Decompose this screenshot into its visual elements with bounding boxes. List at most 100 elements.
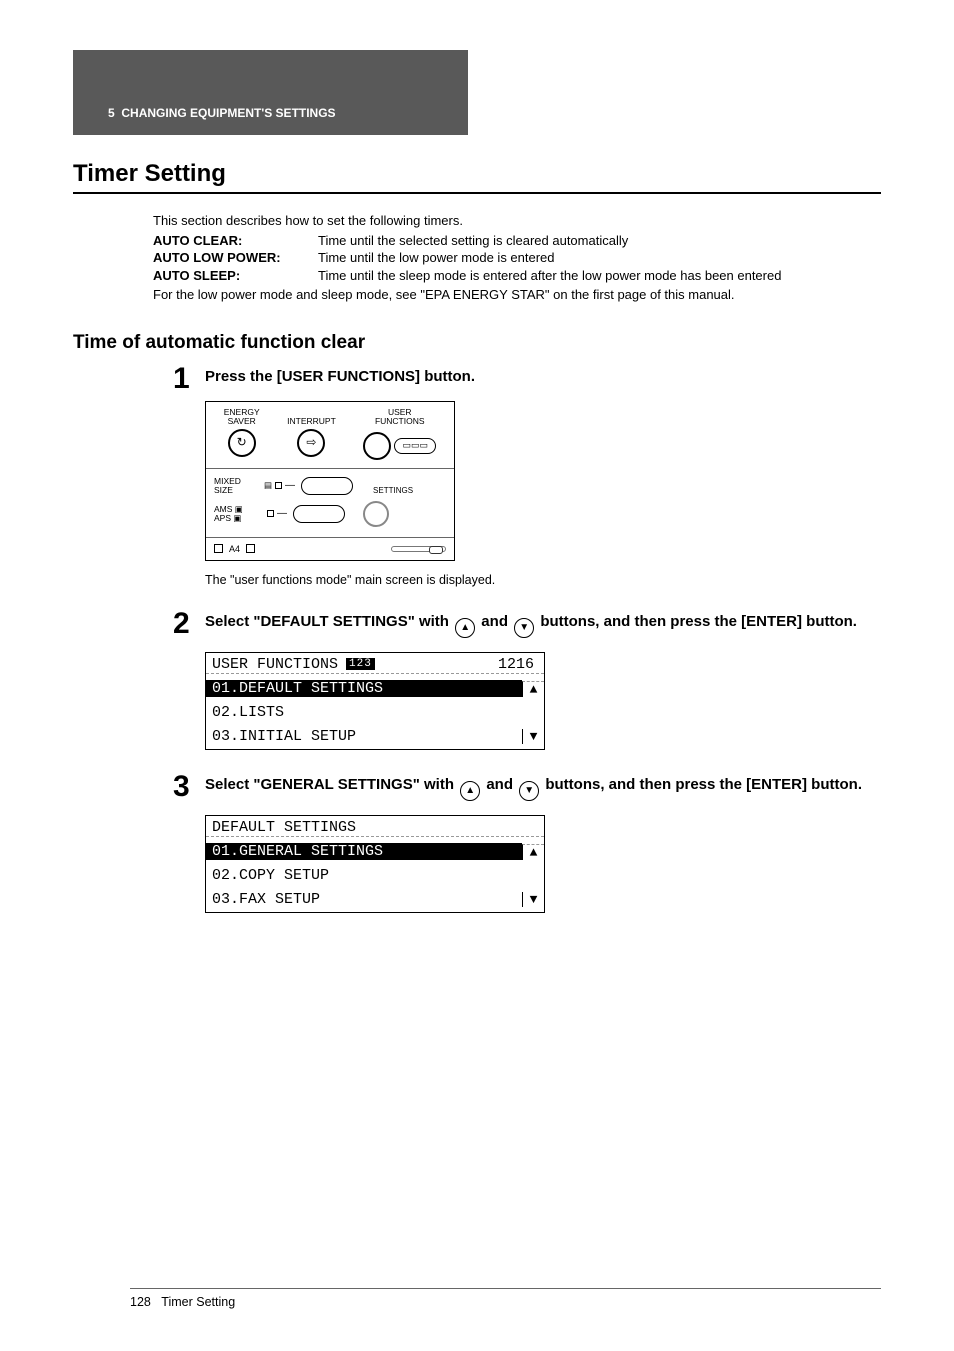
instr-part: Select "GENERAL SETTINGS" with	[205, 776, 458, 793]
circle-icon: ↻	[228, 429, 256, 457]
up-arrow-icon: ▲	[460, 781, 480, 801]
lcd-row: 03.INITIAL SETUP ▼	[206, 725, 544, 749]
doc-icon: ▤	[264, 480, 272, 491]
lcd-title: USER FUNCTIONS	[212, 656, 338, 673]
down-arrow-icon: ▼	[519, 781, 539, 801]
mixed-size-label: MIXED SIZE	[214, 477, 264, 494]
steps-list: 1 Press the [USER FUNCTIONS] button. ENE…	[173, 364, 881, 913]
settings-label: SETTINGS	[373, 486, 413, 495]
instr-part: buttons, and then press the [ENTER] butt…	[536, 613, 857, 630]
step-3: 3 Select "GENERAL SETTINGS" with ▲ and ▼…	[173, 772, 881, 913]
lcd-row: 02.COPY SETUP	[206, 864, 544, 888]
definition-desc: Time until the sleep mode is entered aft…	[318, 267, 881, 285]
panel-middle: MIXED SIZE ▤ — SETTINGS AMS ▣	[206, 469, 454, 538]
pill-button-icon	[293, 505, 345, 523]
page: 5 CHANGING EQUIPMENT'S SETTINGS Timer Se…	[0, 0, 954, 1351]
circle-icon	[363, 432, 391, 460]
lcd-item: 03.FAX SETUP	[206, 891, 522, 908]
wire-icon: —	[277, 508, 287, 519]
square-icon	[214, 544, 223, 553]
lcd-item: 02.LISTS	[206, 704, 522, 721]
square-icon	[246, 544, 255, 553]
slider-icon	[391, 546, 446, 552]
definition-desc: Time until the selected setting is clear…	[318, 232, 881, 250]
footer-page-number: 128	[130, 1295, 151, 1309]
settings-dial-icon	[363, 501, 389, 527]
step-body: Press the [USER FUNCTIONS] button. ENERG…	[205, 364, 881, 587]
paper-size-label: A4	[229, 544, 240, 554]
led-icon	[275, 482, 282, 489]
panel-top-row: ENERGY SAVER ↻ INTERRUPT ⇨ USER FUNCTION…	[206, 402, 454, 469]
instr-part: Select "DEFAULT SETTINGS" with	[205, 613, 453, 630]
lcd-item: 01.DEFAULT SETTINGS	[206, 680, 522, 697]
intro-lead: This section describes how to set the fo…	[153, 212, 881, 230]
lcd-header-text: USER FUNCTIONS 123 1216	[206, 656, 544, 674]
title-row: Timer Setting	[73, 160, 881, 194]
lcd-screen-illustration: USER FUNCTIONS 123 1216 01.DEFAULT SETTI…	[205, 652, 545, 750]
lcd-header-row: DEFAULT SETTINGS	[206, 816, 544, 840]
ams-aps-row: AMS ▣ APS ▣ —	[214, 501, 446, 527]
lcd-item: 02.COPY SETUP	[206, 867, 522, 884]
instr-part: buttons, and then press the [ENTER] butt…	[541, 776, 862, 793]
lcd-row: 03.FAX SETUP ▼	[206, 888, 544, 912]
lcd-tag: 123	[346, 658, 375, 670]
label-text: SIZE	[214, 485, 233, 495]
definition-row: AUTO CLEAR: Time until the selected sett…	[153, 232, 881, 250]
lcd-row: 02.LISTS	[206, 701, 544, 725]
ams-aps-label: AMS ▣ APS ▣	[214, 505, 264, 522]
chapter-number: 5	[108, 106, 115, 120]
lcd-item: 01.GENERAL SETTINGS	[206, 843, 522, 860]
step-instruction: Select "GENERAL SETTINGS" with ▲ and ▼ b…	[205, 774, 881, 801]
step-number: 2	[173, 609, 205, 750]
footer-title: Timer Setting	[161, 1295, 235, 1309]
pill-button-icon	[301, 477, 353, 495]
step-number: 3	[173, 772, 205, 913]
lcd-header-row: USER FUNCTIONS 123 1216	[206, 653, 544, 677]
label-line: INTERRUPT	[287, 417, 336, 426]
panel-bottom: A4	[206, 538, 454, 560]
intro-footnote: For the low power mode and sleep mode, s…	[153, 286, 881, 304]
page-footer: 128 Timer Setting	[130, 1288, 881, 1309]
step-instruction: Press the [USER FUNCTIONS] button.	[205, 366, 881, 387]
lcd-title: DEFAULT SETTINGS	[212, 819, 356, 836]
user-functions-button-illus: USER FUNCTIONS ▭▭▭	[363, 408, 436, 460]
label-text: APS	[214, 513, 231, 523]
definition-term: AUTO CLEAR:	[153, 232, 318, 250]
definition-term: AUTO SLEEP:	[153, 267, 318, 285]
lcd-header-text: DEFAULT SETTINGS	[206, 819, 544, 837]
sub-heading: Time of automatic function clear	[73, 332, 881, 354]
step-body: Select "DEFAULT SETTINGS" with ▲ and ▼ b…	[205, 609, 881, 750]
scroll-down-icon: ▼	[522, 892, 544, 907]
page-title: Timer Setting	[73, 160, 881, 188]
interrupt-button-illus: INTERRUPT ⇨	[287, 408, 336, 457]
lcd-row-selected: 01.GENERAL SETTINGS ▲	[206, 840, 544, 864]
definition-term: AUTO LOW POWER:	[153, 249, 318, 267]
chapter-title: CHANGING EQUIPMENT'S SETTINGS	[121, 106, 335, 120]
definition-desc: Time until the low power mode is entered	[318, 249, 881, 267]
led-icon	[267, 510, 274, 517]
instr-part: and	[482, 776, 517, 793]
definition-row: AUTO LOW POWER: Time until the low power…	[153, 249, 881, 267]
control-panel-illustration: ENERGY SAVER ↻ INTERRUPT ⇨ USER FUNCTION…	[205, 401, 455, 561]
mixed-size-row: MIXED SIZE ▤ — SETTINGS	[214, 477, 446, 495]
lcd-row-selected: 01.DEFAULT SETTINGS ▲	[206, 677, 544, 701]
pill-icon: ▭▭▭	[394, 438, 436, 454]
definitions-table: AUTO CLEAR: Time until the selected sett…	[153, 232, 881, 285]
scroll-up-icon: ▲	[522, 844, 544, 860]
instr-part: and	[477, 613, 512, 630]
definition-row: AUTO SLEEP: Time until the sleep mode is…	[153, 267, 881, 285]
wire-icon: —	[285, 480, 295, 491]
chapter-header-text: 5 CHANGING EQUIPMENT'S SETTINGS	[108, 106, 336, 120]
intro-block: This section describes how to set the fo…	[153, 212, 881, 304]
scroll-down-icon: ▼	[522, 729, 544, 744]
step-body: Select "GENERAL SETTINGS" with ▲ and ▼ b…	[205, 772, 881, 913]
label-line: FUNCTIONS	[375, 417, 425, 426]
lcd-item: 03.INITIAL SETUP	[206, 728, 522, 745]
label-line: SAVER	[228, 417, 256, 426]
step-number: 1	[173, 364, 205, 587]
step-1: 1 Press the [USER FUNCTIONS] button. ENE…	[173, 364, 881, 587]
lcd-screen-illustration: DEFAULT SETTINGS 01.GENERAL SETTINGS ▲ 0…	[205, 815, 545, 913]
energy-saver-button-illus: ENERGY SAVER ↻	[224, 408, 260, 457]
step-2: 2 Select "DEFAULT SETTINGS" with ▲ and ▼…	[173, 609, 881, 750]
down-arrow-icon: ▼	[514, 618, 534, 638]
